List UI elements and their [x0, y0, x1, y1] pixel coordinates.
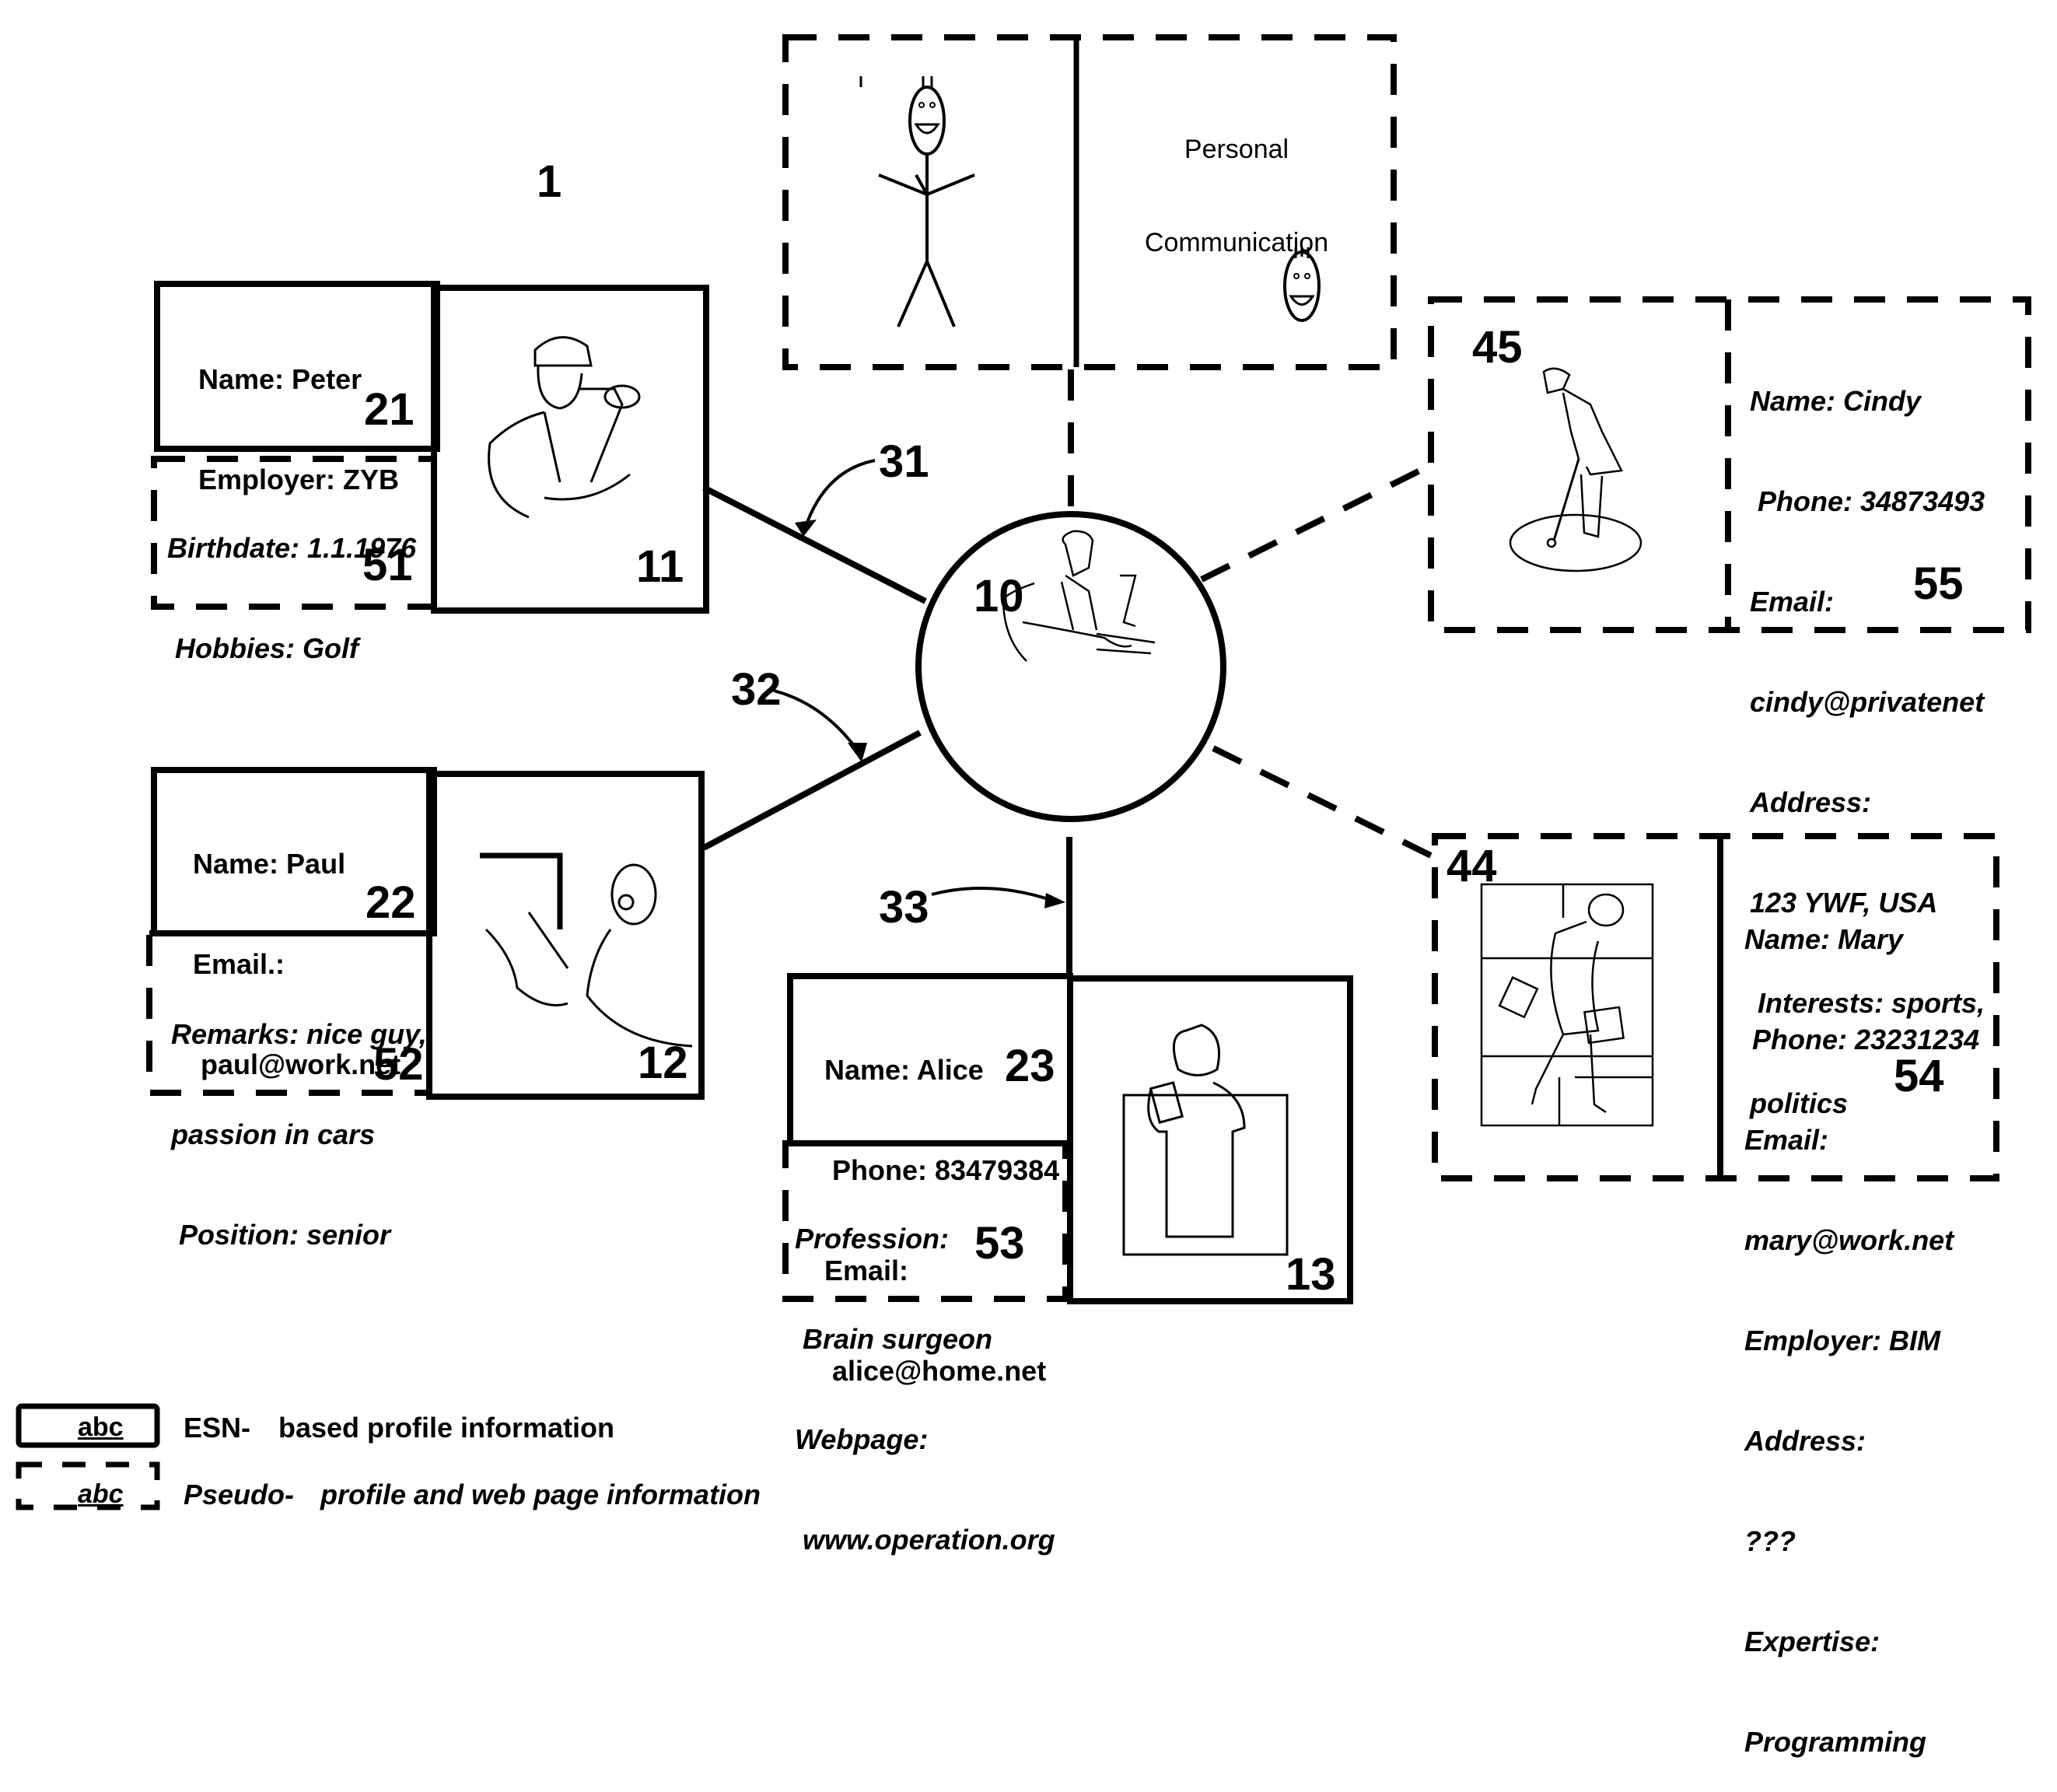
connector-44	[1212, 745, 1433, 859]
esn-ref-21: 21	[364, 384, 415, 435]
pseudo-line: www.operation.org	[795, 1524, 1055, 1556]
legend-dashed-prefix: Pseudo-	[184, 1479, 295, 1510]
stick-figure-icon	[859, 76, 975, 327]
esn-ref-23: 23	[1005, 1041, 1055, 1091]
image-ref-13: 13	[1286, 1249, 1336, 1300]
pseudo-line: Phone: 34873493	[1750, 485, 1985, 517]
esn-ref-22: 22	[366, 877, 416, 928]
legend-solid-prefix: ESN-	[184, 1412, 251, 1444]
pseudo-line: cindy@privatenet	[1750, 686, 1985, 718]
pseudo-line: Expertise:	[1744, 1626, 1880, 1657]
connector-ref-32: 32	[731, 664, 782, 715]
personal-communication-line1: Personal	[1184, 135, 1289, 164]
pseudo-ref-55: 55	[1913, 558, 1964, 609]
image-ref-44: 44	[1447, 841, 1497, 891]
pseudo-line: Webpage:	[795, 1423, 929, 1455]
pseudo-text-54: Name: Mary Phone: 23231234 Email: mary@w…	[1744, 856, 1979, 1792]
image-ref-12: 12	[638, 1038, 688, 1088]
pseudo-line: Position: senior	[171, 1219, 391, 1251]
pseudo-ref-52: 52	[373, 1039, 424, 1090]
image-ref-11: 11	[636, 541, 684, 592]
pseudo-ref-54: 54	[1894, 1051, 1944, 1101]
pseudo-line: Phone: 23231234	[1744, 1024, 1980, 1055]
woman-golfer-icon	[1509, 367, 1642, 572]
pseudo-line: Address:	[1744, 1425, 1866, 1457]
doctor-with-clipboard-icon	[1122, 1024, 1289, 1256]
connector-32	[702, 730, 922, 851]
center-node-circle[interactable]	[915, 511, 1226, 822]
arrow-33	[931, 887, 1058, 904]
pseudo-line: Hobbies: Golf	[167, 632, 359, 664]
pseudo-ref-51: 51	[362, 540, 413, 590]
image-ref-45: 45	[1472, 322, 1523, 373]
businesswoman-with-briefcase-icon	[1480, 883, 1654, 1127]
pseudo-text-52: Remarks: nice guy, passion in cars Posit…	[171, 950, 427, 1285]
legend-dashed-text: profile and web page information	[320, 1479, 761, 1510]
figure-ref: 1	[537, 156, 562, 207]
pseudo-line: Employer: BIM	[1744, 1325, 1941, 1356]
presenter-with-pointer-icon	[480, 852, 693, 1048]
pseudo-line: Brain surgeon	[795, 1323, 993, 1355]
personal-communication-line2: Communication	[1144, 228, 1329, 257]
legend-solid-text: based profile information	[278, 1412, 615, 1444]
personal-communication-label: Personal Communication	[1120, 72, 1353, 289]
esn-line: Name: Paul	[193, 848, 346, 880]
center-node-ref: 10	[974, 571, 1024, 621]
connector-ref-33: 33	[879, 882, 929, 933]
pseudo-line: Name: Mary	[1744, 923, 1904, 955]
connector-45	[1200, 462, 1433, 583]
arrow-32	[773, 689, 861, 754]
woman-with-hardhat-blueprints-icon	[488, 336, 641, 519]
pseudo-line: Address:	[1750, 786, 1872, 818]
arrow-31	[803, 459, 876, 530]
connector-ref-31: 31	[879, 436, 929, 487]
pseudo-line: Programming	[1744, 1726, 1927, 1758]
arrowhead-33	[1044, 893, 1065, 908]
legend-solid-sample-text: abc	[78, 1412, 124, 1442]
pseudo-line: ???	[1744, 1525, 1796, 1557]
pseudo-line: Email:	[1744, 1124, 1829, 1156]
pseudo-line: passion in cars	[171, 1118, 376, 1150]
pseudo-line: mary@work.net	[1744, 1224, 1954, 1256]
legend-dashed-sample-text: abc	[78, 1479, 124, 1509]
pseudo-ref-53: 53	[974, 1218, 1025, 1269]
pseudo-line: Name: Cindy	[1750, 385, 1922, 417]
